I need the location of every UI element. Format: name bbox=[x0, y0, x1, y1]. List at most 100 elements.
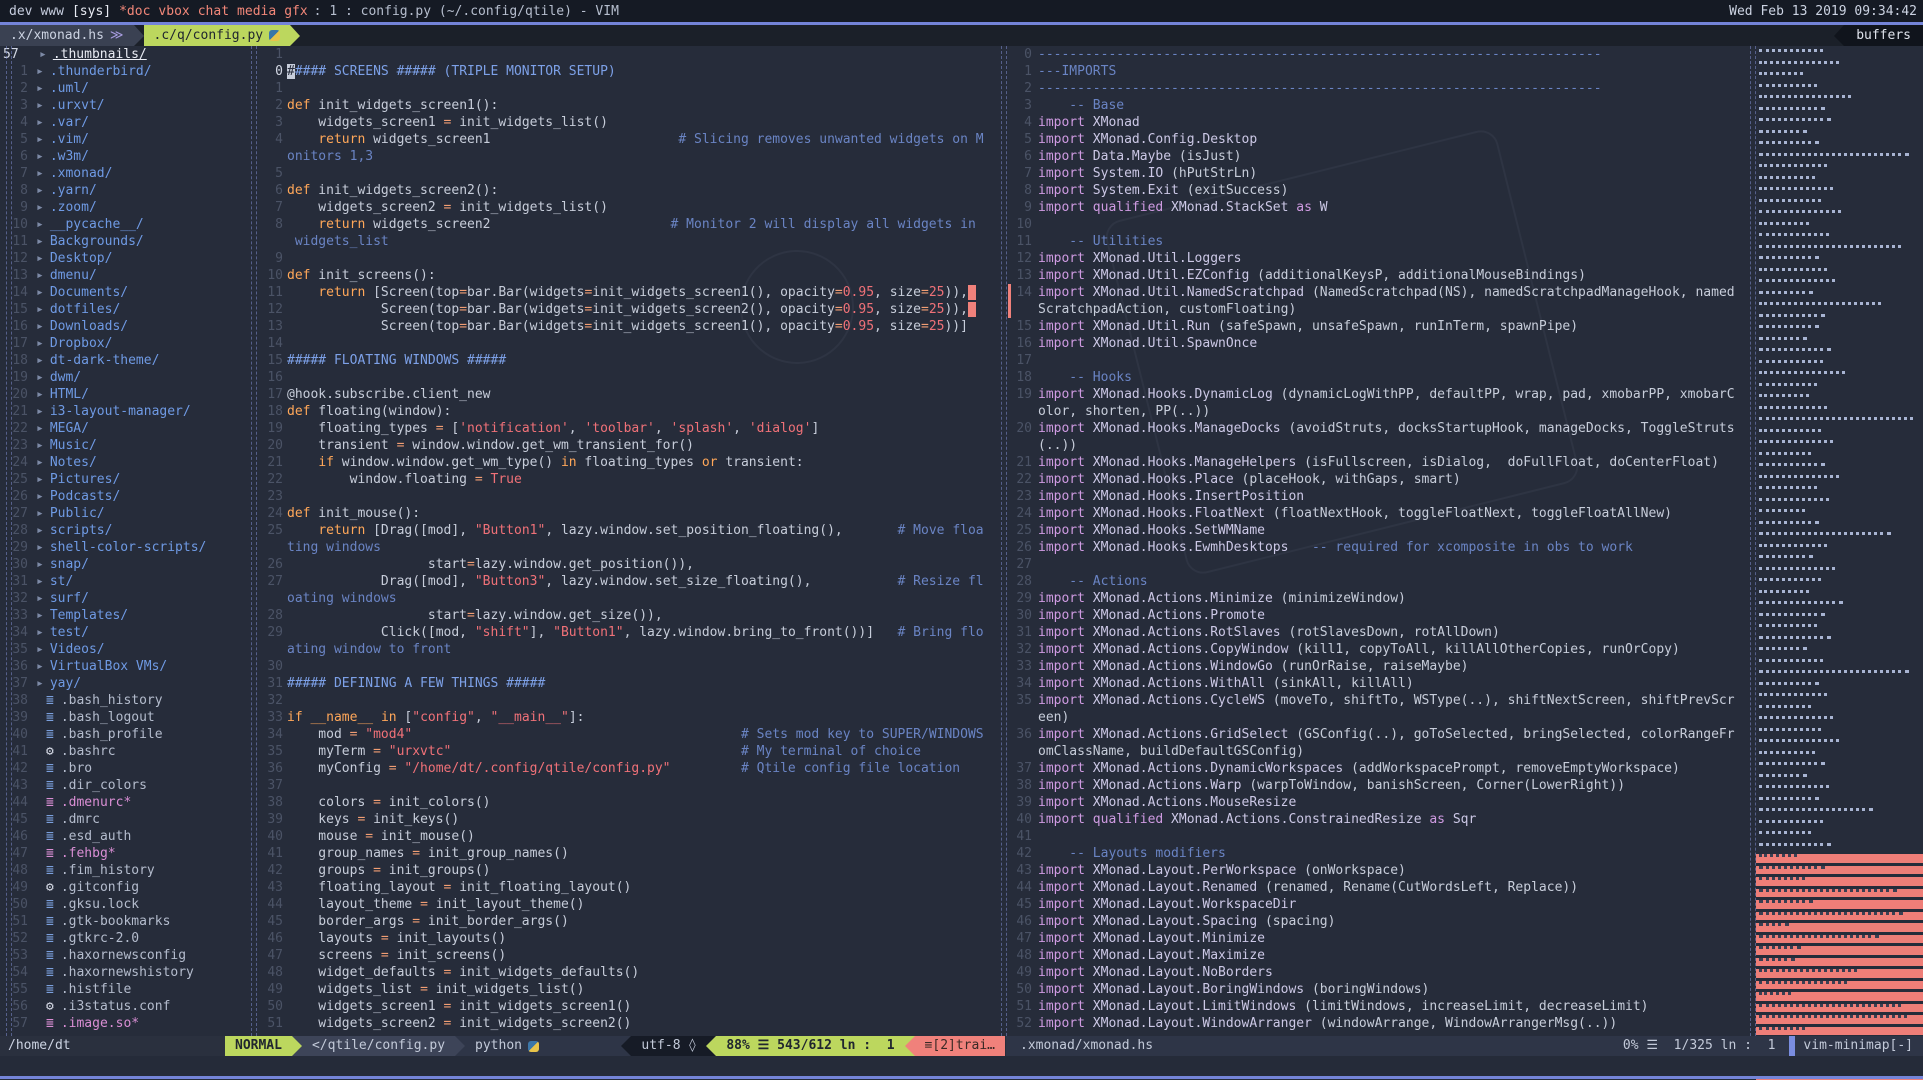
code-line[interactable]: 16import XMonad.Util.SpawnOnce bbox=[1008, 335, 1752, 352]
code-line[interactable]: 25 return [Drag([mod], "Button1", lazy.w… bbox=[225, 522, 1005, 539]
chevron-right-icon[interactable]: ▸ bbox=[36, 148, 50, 165]
code-line[interactable]: 4import XMonad bbox=[1008, 114, 1752, 131]
code-line[interactable]: 18def floating(window): bbox=[225, 403, 1005, 420]
code-line[interactable]: 9 bbox=[225, 250, 1005, 267]
code-line[interactable]: 7 widgets_screen2 = init_widgets_list() bbox=[225, 199, 1005, 216]
code-line[interactable]: 1 bbox=[225, 46, 1005, 63]
code-line[interactable]: 31import XMonad.Actions.RotSlaves (rotSl… bbox=[1008, 624, 1752, 641]
code-line[interactable]: 46 layouts = init_layouts() bbox=[225, 930, 1005, 947]
chevron-right-icon[interactable]: ▸ bbox=[36, 114, 50, 131]
tree-item-Desktop[interactable]: 12▸Desktop/ bbox=[0, 250, 222, 267]
chevron-right-icon[interactable]: ▸ bbox=[36, 488, 50, 505]
chevron-right-icon[interactable]: ▸ bbox=[36, 80, 50, 97]
chevron-right-icon[interactable]: ▸ bbox=[36, 556, 50, 573]
split-separator-mid-right[interactable] bbox=[1001, 46, 1007, 1036]
chevron-right-icon[interactable]: ▸ bbox=[36, 250, 50, 267]
code-line[interactable]: 13 Screen(top=bar.Bar(widgets=init_widge… bbox=[225, 318, 1005, 335]
tree-item-uml[interactable]: 2▸.uml/ bbox=[0, 80, 222, 97]
code-line[interactable]: 51 widgets_screen2 = init_widgets_screen… bbox=[225, 1015, 1005, 1032]
code-line[interactable]: 36import XMonad.Actions.GridSelect (GSCo… bbox=[1008, 726, 1752, 743]
tree-item-gtkrc-20[interactable]: 52≣.gtkrc-2.0 bbox=[0, 930, 222, 947]
chevron-right-icon[interactable]: ▸ bbox=[36, 301, 50, 318]
nerdtree-pane[interactable]: 57▸.thumbnails/1▸.thunderbird/2▸.uml/3▸.… bbox=[0, 46, 222, 1036]
code-line[interactable]: 1---IMPORTS bbox=[1008, 63, 1752, 80]
code-line[interactable]: (..)) bbox=[1008, 437, 1752, 454]
code-line[interactable]: 48import XMonad.Layout.Maximize bbox=[1008, 947, 1752, 964]
code-line[interactable]: 49import XMonad.Layout.NoBorders bbox=[1008, 964, 1752, 981]
chevron-right-icon[interactable]: ▸ bbox=[36, 97, 50, 114]
buffers-indicator[interactable]: buffers bbox=[1834, 25, 1923, 46]
code-line[interactable]: ating window to front bbox=[225, 641, 1005, 658]
code-line[interactable]: 29 Click([mod, "shift"], "Button1", lazy… bbox=[225, 624, 1005, 641]
chevron-right-icon[interactable]: ▸ bbox=[36, 369, 50, 386]
code-line[interactable]: 11 return [Screen(top=bar.Bar(widgets=in… bbox=[225, 284, 1005, 301]
tree-item-yarn[interactable]: 8▸.yarn/ bbox=[0, 182, 222, 199]
code-line[interactable]: olor, shorten, PP(..)) bbox=[1008, 403, 1752, 420]
code-line[interactable]: 37 bbox=[225, 777, 1005, 794]
code-line[interactable]: 44import XMonad.Layout.Renamed (renamed,… bbox=[1008, 879, 1752, 896]
tree-item-xmonad[interactable]: 7▸.xmonad/ bbox=[0, 165, 222, 182]
dwm-tag-list[interactable]: devwww[sys]*docvboxchatmediagfx bbox=[0, 4, 312, 19]
tree-item-Public[interactable]: 27▸Public/ bbox=[0, 505, 222, 522]
code-line[interactable]: een) bbox=[1008, 709, 1752, 726]
code-line[interactable]: 41 group_names = init_group_names() bbox=[225, 845, 1005, 862]
code-line[interactable]: 27 bbox=[1008, 556, 1752, 573]
tree-item-i3-layout-manager[interactable]: 21▸i3-layout-manager/ bbox=[0, 403, 222, 420]
tree-item-haxornewshistory[interactable]: 54≣.haxornewshistory bbox=[0, 964, 222, 981]
code-line[interactable]: 24def init_mouse(): bbox=[225, 505, 1005, 522]
chevron-right-icon[interactable]: ▸ bbox=[36, 522, 50, 539]
code-line[interactable]: 26 start=lazy.window.get_position()), bbox=[225, 556, 1005, 573]
code-line[interactable]: 14 bbox=[225, 335, 1005, 352]
chevron-right-icon[interactable]: ▸ bbox=[36, 403, 50, 420]
code-line[interactable]: ScratchpadAction, customFloating) bbox=[1008, 301, 1752, 318]
dwm-tag-vbox[interactable]: vbox bbox=[154, 4, 193, 19]
code-line[interactable]: 1 bbox=[225, 80, 1005, 97]
tree-item-bro[interactable]: 42≣.bro bbox=[0, 760, 222, 777]
tree-item-surf[interactable]: 32▸surf/ bbox=[0, 590, 222, 607]
tree-item-Music[interactable]: 23▸Music/ bbox=[0, 437, 222, 454]
chevron-right-icon[interactable]: ▸ bbox=[36, 216, 50, 233]
code-line[interactable]: 33import XMonad.Actions.WindowGo (runOrR… bbox=[1008, 658, 1752, 675]
dwm-tag-doc[interactable]: *doc bbox=[115, 4, 154, 19]
tree-item-MEGA[interactable]: 22▸MEGA/ bbox=[0, 420, 222, 437]
dwm-tag-dev[interactable]: dev bbox=[5, 4, 36, 19]
split-separator-right-minimap[interactable] bbox=[1750, 46, 1756, 1036]
tree-item-bash_history[interactable]: 38≣.bash_history bbox=[0, 692, 222, 709]
tree-item-Documents[interactable]: 14▸Documents/ bbox=[0, 284, 222, 301]
tree-item-Backgrounds[interactable]: 11▸Backgrounds/ bbox=[0, 233, 222, 250]
code-line[interactable]: 23import XMonad.Hooks.InsertPosition bbox=[1008, 488, 1752, 505]
code-line[interactable]: 17 bbox=[1008, 352, 1752, 369]
code-line[interactable]: 21import XMonad.Hooks.ManageHelpers (isF… bbox=[1008, 454, 1752, 471]
tree-item-Templates[interactable]: 33▸Templates/ bbox=[0, 607, 222, 624]
code-line[interactable]: 50import XMonad.Layout.BoringWindows (bo… bbox=[1008, 981, 1752, 998]
tree-item-haxornewsconfig[interactable]: 53≣.haxornewsconfig bbox=[0, 947, 222, 964]
code-line[interactable]: 5 bbox=[225, 165, 1005, 182]
code-line[interactable]: 45 border_args = init_border_args() bbox=[225, 913, 1005, 930]
code-line[interactable]: 13import XMonad.Util.EZConfig (additiona… bbox=[1008, 267, 1752, 284]
chevron-right-icon[interactable]: ▸ bbox=[36, 267, 50, 284]
chevron-right-icon[interactable]: ▸ bbox=[36, 318, 50, 335]
code-line[interactable]: 2---------------------------------------… bbox=[1008, 80, 1752, 97]
code-line[interactable]: 21 if window.window.get_wm_type() in flo… bbox=[225, 454, 1005, 471]
dwm-tag-sys[interactable]: [sys] bbox=[68, 4, 115, 19]
chevron-right-icon[interactable]: ▸ bbox=[36, 658, 50, 675]
tree-item-thumbnails[interactable]: 57▸.thumbnails/ bbox=[0, 46, 222, 63]
code-line[interactable]: 33if __name__ in ["config", "__main__"]: bbox=[225, 709, 1005, 726]
code-line[interactable]: 0##### SCREENS ##### (TRIPLE MONITOR SET… bbox=[225, 63, 1005, 80]
code-line[interactable]: 9import qualified XMonad.StackSet as W bbox=[1008, 199, 1752, 216]
dwm-tag-www[interactable]: www bbox=[36, 4, 67, 19]
tree-item-thunderbird[interactable]: 1▸.thunderbird/ bbox=[0, 63, 222, 80]
vim-command-line[interactable] bbox=[0, 1056, 1923, 1076]
code-line[interactable]: 30import XMonad.Actions.Promote bbox=[1008, 607, 1752, 624]
dwm-tag-gfx[interactable]: gfx bbox=[280, 4, 311, 19]
dwm-tag-chat[interactable]: chat bbox=[194, 4, 233, 19]
code-line[interactable]: 24import XMonad.Hooks.FloatNext (floatNe… bbox=[1008, 505, 1752, 522]
tree-item-HTML[interactable]: 20▸HTML/ bbox=[0, 386, 222, 403]
code-line[interactable]: 22import XMonad.Hooks.Place (placeHook, … bbox=[1008, 471, 1752, 488]
code-line[interactable]: 31##### DEFINING A FEW THINGS ##### bbox=[225, 675, 1005, 692]
code-line[interactable]: 10 bbox=[1008, 216, 1752, 233]
tree-item-gitconfig[interactable]: 49⚙.gitconfig bbox=[0, 879, 222, 896]
code-line[interactable]: 6import Data.Maybe (isJust) bbox=[1008, 148, 1752, 165]
code-line[interactable]: omClassName, buildDefaultGSConfig) bbox=[1008, 743, 1752, 760]
tree-item-dotfiles[interactable]: 15▸dotfiles/ bbox=[0, 301, 222, 318]
